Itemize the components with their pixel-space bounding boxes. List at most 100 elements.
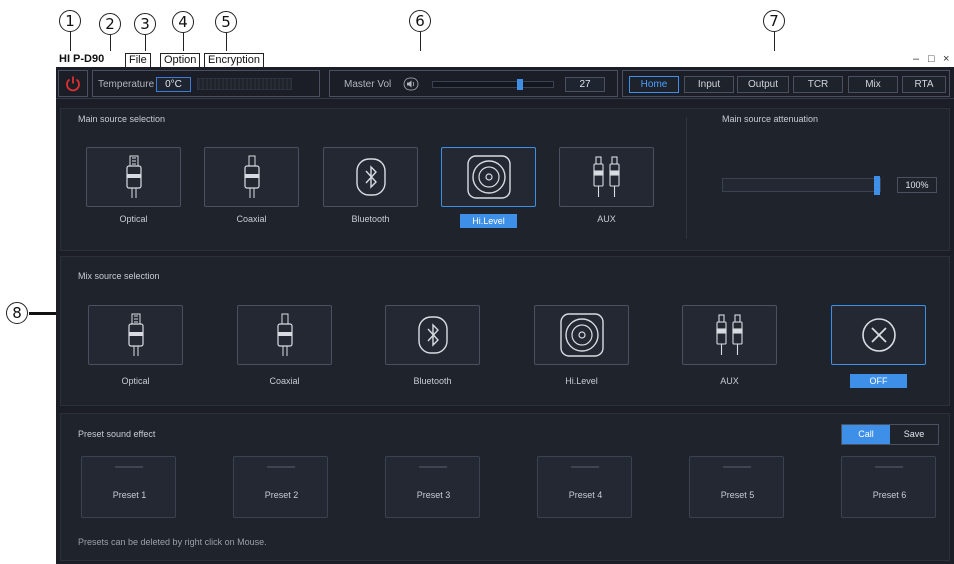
preset-indicator xyxy=(419,466,447,468)
preset-indicator xyxy=(267,466,295,468)
temperature-panel: Temperature 0°C xyxy=(92,70,320,97)
mix-source-optical-label: Optical xyxy=(121,376,150,386)
main-source-optical[interactable] xyxy=(86,147,181,207)
callout-5: 5 xyxy=(215,11,237,33)
preset-6-label: Preset 6 xyxy=(872,490,907,500)
callout-2: 2 xyxy=(99,13,121,35)
preset-hint: Presets can be deleted by right click on… xyxy=(78,537,267,547)
main-source-hilevel-label: Hi.Level xyxy=(460,214,517,228)
preset-indicator xyxy=(571,466,599,468)
mix-source-hilevel-label: Hi.Level xyxy=(565,376,598,386)
preset-3-button[interactable]: Preset 3 xyxy=(385,456,480,518)
temperature-value: 0°C xyxy=(156,77,191,92)
tab-mix[interactable]: Mix xyxy=(848,76,898,93)
main-source-optical-label: Optical xyxy=(119,214,148,224)
bluetooth-icon xyxy=(355,158,386,196)
preset-3-label: Preset 3 xyxy=(416,490,451,500)
callout-1-leader xyxy=(70,32,71,52)
preset-6-button[interactable]: Preset 6 xyxy=(841,456,936,518)
attenuation-slider[interactable] xyxy=(722,176,881,195)
mix-source-panel: Mix source selection Optical Coaxial Blu… xyxy=(60,256,950,406)
callout-4-leader xyxy=(183,33,184,52)
main-source-aux-label: AUX xyxy=(597,214,616,224)
rca-icon xyxy=(715,314,743,355)
power-button[interactable] xyxy=(58,70,88,97)
master-vol-slider-handle[interactable] xyxy=(517,79,523,90)
callout-6: 6 xyxy=(409,10,431,32)
tab-rta[interactable]: RTA xyxy=(902,76,946,93)
speaker-icon xyxy=(559,313,604,357)
speaker-icon[interactable] xyxy=(403,77,419,91)
preset-4-button[interactable]: Preset 4 xyxy=(537,456,632,518)
callout-4: 4 xyxy=(172,11,194,33)
master-vol-value[interactable]: 27 xyxy=(565,77,605,92)
master-vol-panel: Master Vol 27 xyxy=(329,70,618,97)
app-window: HI P-D90 File Option Encryption – □ × Te… xyxy=(56,51,954,564)
master-vol-label: Master Vol xyxy=(344,79,392,90)
main-source-panel: Main source selection Optical Coaxial Bl… xyxy=(60,108,950,251)
close-button[interactable]: × xyxy=(943,53,949,65)
toolbar: Temperature 0°C Master Vol 27 Home Input… xyxy=(56,67,954,99)
callout-7: 7 xyxy=(763,10,785,32)
preset-indicator xyxy=(115,466,143,468)
coaxial-icon xyxy=(276,313,293,356)
preset-indicator xyxy=(723,466,751,468)
speaker-icon xyxy=(466,155,511,199)
call-button[interactable]: Call xyxy=(842,425,890,444)
tab-home[interactable]: Home xyxy=(629,76,679,93)
main-source-hilevel[interactable] xyxy=(441,147,536,207)
mix-source-off[interactable] xyxy=(831,305,926,365)
mix-source-title: Mix source selection xyxy=(78,271,160,281)
mix-source-off-label: OFF xyxy=(850,374,907,388)
preset-2-label: Preset 2 xyxy=(264,490,299,500)
mix-source-aux[interactable] xyxy=(682,305,777,365)
mix-source-coaxial[interactable] xyxy=(237,305,332,365)
menu-option[interactable]: Option xyxy=(160,53,201,67)
menu-file[interactable]: File xyxy=(125,53,151,67)
tab-output[interactable]: Output xyxy=(737,76,789,93)
mix-source-optical[interactable] xyxy=(88,305,183,365)
attenuation-slider-handle[interactable] xyxy=(874,176,880,195)
mix-source-aux-label: AUX xyxy=(720,376,739,386)
preset-4-label: Preset 4 xyxy=(568,490,603,500)
bluetooth-icon xyxy=(417,316,448,354)
app-title: HI P-D90 xyxy=(59,53,105,65)
callout-3-leader xyxy=(145,35,146,52)
title-bar: HI P-D90 File Option Encryption – □ × xyxy=(56,51,954,67)
preset-5-label: Preset 5 xyxy=(720,490,755,500)
maximize-button[interactable]: □ xyxy=(928,53,935,65)
mix-source-coaxial-label: Coaxial xyxy=(269,376,300,386)
preset-panel: Preset sound effect Call Save Preset 1 P… xyxy=(60,413,950,561)
callout-1: 1 xyxy=(59,10,81,32)
preset-title: Preset sound effect xyxy=(78,429,156,439)
coaxial-icon xyxy=(243,155,260,198)
rca-icon xyxy=(592,156,620,197)
close-icon xyxy=(861,318,896,352)
main-source-title: Main source selection xyxy=(78,114,166,124)
minimize-button[interactable]: – xyxy=(913,53,919,65)
power-icon xyxy=(66,76,80,92)
preset-1-button[interactable]: Preset 1 xyxy=(81,456,176,518)
callout-8-leader xyxy=(29,312,56,315)
tab-input[interactable]: Input xyxy=(684,76,734,93)
mix-source-hilevel[interactable] xyxy=(534,305,629,365)
attenuation-title: Main source attenuation xyxy=(722,114,819,124)
optical-icon xyxy=(125,155,142,198)
main-source-aux[interactable] xyxy=(559,147,654,207)
mix-source-bluetooth[interactable] xyxy=(385,305,480,365)
save-button[interactable]: Save xyxy=(890,425,938,444)
attenuation-value[interactable]: 100% xyxy=(897,177,937,193)
preset-5-button[interactable]: Preset 5 xyxy=(689,456,784,518)
main-source-coaxial[interactable] xyxy=(204,147,299,207)
callout-3: 3 xyxy=(134,13,156,35)
optical-icon xyxy=(127,313,144,356)
main-source-bluetooth[interactable] xyxy=(323,147,418,207)
preset-2-button[interactable]: Preset 2 xyxy=(233,456,328,518)
tab-tcr[interactable]: TCR xyxy=(793,76,843,93)
temperature-meter xyxy=(197,78,292,90)
master-vol-slider[interactable] xyxy=(432,79,554,90)
menu-encryption[interactable]: Encryption xyxy=(204,53,264,67)
callout-5-leader xyxy=(226,33,227,52)
main-nav: Home Input Output TCR Mix RTA xyxy=(622,70,950,97)
callout-8: 8 xyxy=(6,302,28,324)
